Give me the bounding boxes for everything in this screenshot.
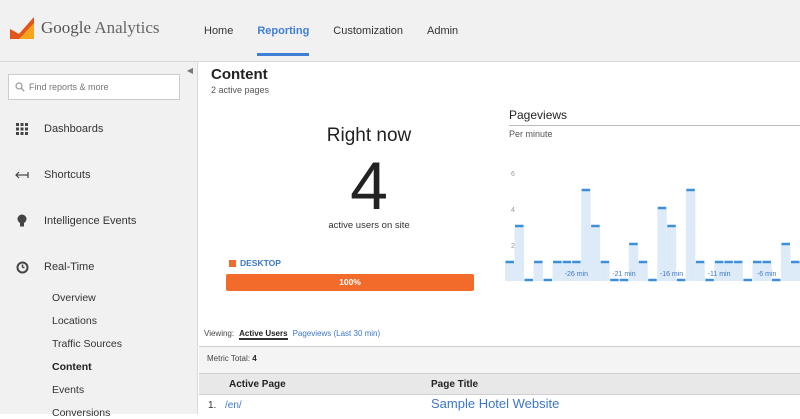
desktop-percent-bar: 100%: [226, 274, 474, 291]
page-title: Content: [211, 66, 268, 83]
sidebar-subitem-events[interactable]: Events: [52, 384, 84, 396]
y-tick-label: 6: [511, 171, 515, 178]
row-number: 1.: [208, 400, 217, 411]
y-tick-label: 2: [511, 243, 515, 250]
sidebar-item-dashboards[interactable]: Dashboards: [0, 118, 196, 140]
chart-bar[interactable]: [695, 260, 705, 281]
clock-icon: [14, 259, 30, 275]
right-now-label: Right now: [326, 125, 412, 146]
x-tick-label: -16 min: [660, 271, 683, 278]
page-subtitle: 2 active pages: [211, 85, 270, 95]
sidebar-item-real-time[interactable]: Real-Time: [0, 256, 196, 278]
x-tick-label: -26 min: [565, 271, 588, 278]
main-nav: Home Reporting Customization Admin: [200, 0, 470, 62]
table-header: Active Page Page Title: [199, 373, 800, 395]
sidebar-subitem-content[interactable]: Content: [52, 361, 92, 373]
chart-bar[interactable]: [685, 188, 696, 281]
sidebar-item-label: Dashboards: [44, 123, 104, 135]
sidebar-item-label: Shortcuts: [44, 169, 91, 181]
google-analytics-logo[interactable]: Google Analytics: [10, 17, 160, 39]
shortcut-arrow-icon: [14, 167, 30, 183]
metric-total-value: 4: [252, 354, 257, 363]
nav-reporting[interactable]: Reporting: [245, 0, 321, 62]
active-users-caption: active users on site: [328, 220, 410, 231]
desktop-swatch: [229, 259, 236, 267]
nav-admin[interactable]: Admin: [415, 0, 470, 62]
chart-bar[interactable]: [638, 260, 648, 281]
viewing-tabs: Viewing: Active Users Pageviews (Last 30…: [204, 329, 380, 340]
chart-bar[interactable]: [780, 242, 791, 281]
chart-bar[interactable]: [533, 260, 544, 281]
logo-google-text: Google: [41, 18, 92, 37]
content-table: Metric Total: 4 Active Page Page Title 1…: [199, 346, 800, 415]
sidebar-item-intelligence-events[interactable]: Intelligence Events: [0, 210, 196, 232]
lightbulb-icon: [14, 213, 30, 229]
page-title-link[interactable]: Sample Hotel Website: [431, 396, 559, 411]
sidebar-subitem-conversions[interactable]: Conversions: [52, 407, 110, 419]
device-legend: DESKTOP: [229, 258, 281, 268]
search-box[interactable]: [8, 74, 180, 100]
nav-customization[interactable]: Customization: [321, 0, 415, 62]
top-bar: Google Analytics Home Reporting Customiz…: [0, 0, 800, 62]
main-content: Content 2 active pages Right now 4 activ…: [199, 62, 800, 415]
x-tick-label: -11 min: [708, 271, 731, 278]
logo-text: Google Analytics: [41, 18, 160, 38]
sidebar-subitem-traffic-sources[interactable]: Traffic Sources: [52, 338, 122, 350]
active-page-link[interactable]: /en/: [225, 400, 242, 411]
x-tick-label: -6 min: [757, 271, 777, 278]
sidebar: ◀ Dashboards Shortcuts: [0, 62, 198, 419]
header-page-title[interactable]: Page Title: [431, 379, 478, 390]
chart-bar[interactable]: [581, 188, 591, 281]
pageviews-divider: [509, 125, 800, 126]
desktop-label: DESKTOP: [240, 258, 281, 268]
sidebar-item-label: Real-Time: [44, 261, 95, 273]
nav-home[interactable]: Home: [200, 0, 245, 62]
x-tick-label: -21 min: [612, 271, 635, 278]
search-input[interactable]: [29, 82, 169, 92]
chart-bar[interactable]: [590, 224, 601, 281]
chart-bar[interactable]: [552, 260, 563, 281]
pageviews-title: Pageviews: [509, 108, 568, 122]
tab-active-users[interactable]: Active Users: [239, 329, 288, 340]
pageviews-subtitle: Per minute: [509, 129, 553, 139]
search-icon: [15, 82, 25, 92]
metric-total: Metric Total: 4: [207, 354, 257, 363]
collapse-sidebar-icon[interactable]: ◀: [184, 64, 196, 78]
grid-icon: [14, 121, 30, 137]
sidebar-subitem-locations[interactable]: Locations: [52, 315, 97, 327]
header-active-page[interactable]: Active Page: [229, 379, 286, 390]
tab-pageviews[interactable]: Pageviews (Last 30 min): [293, 329, 381, 340]
sidebar-subitem-overview[interactable]: Overview: [52, 292, 96, 304]
chart-bar[interactable]: [514, 224, 525, 281]
chart-bar[interactable]: [505, 260, 515, 281]
sidebar-item-shortcuts[interactable]: Shortcuts: [0, 164, 196, 186]
chart-bar[interactable]: [790, 260, 800, 281]
chart-bar[interactable]: [600, 260, 610, 281]
pageviews-chart: 2 4 6 -26 min -21 min -16 min -11 min -6 min: [505, 171, 800, 282]
sidebar-item-label: Intelligence Events: [44, 215, 137, 227]
y-tick-label: 4: [511, 207, 515, 214]
chart-bar[interactable]: [733, 260, 743, 281]
analytics-logo-icon: [10, 17, 34, 39]
active-users-count: 4: [350, 148, 388, 224]
metric-total-label: Metric Total:: [207, 354, 250, 363]
viewing-label: Viewing:: [204, 329, 235, 338]
logo-analytics-text: Analytics: [94, 18, 160, 37]
table-row: 1. /en/ Sample Hotel Website: [199, 395, 800, 415]
